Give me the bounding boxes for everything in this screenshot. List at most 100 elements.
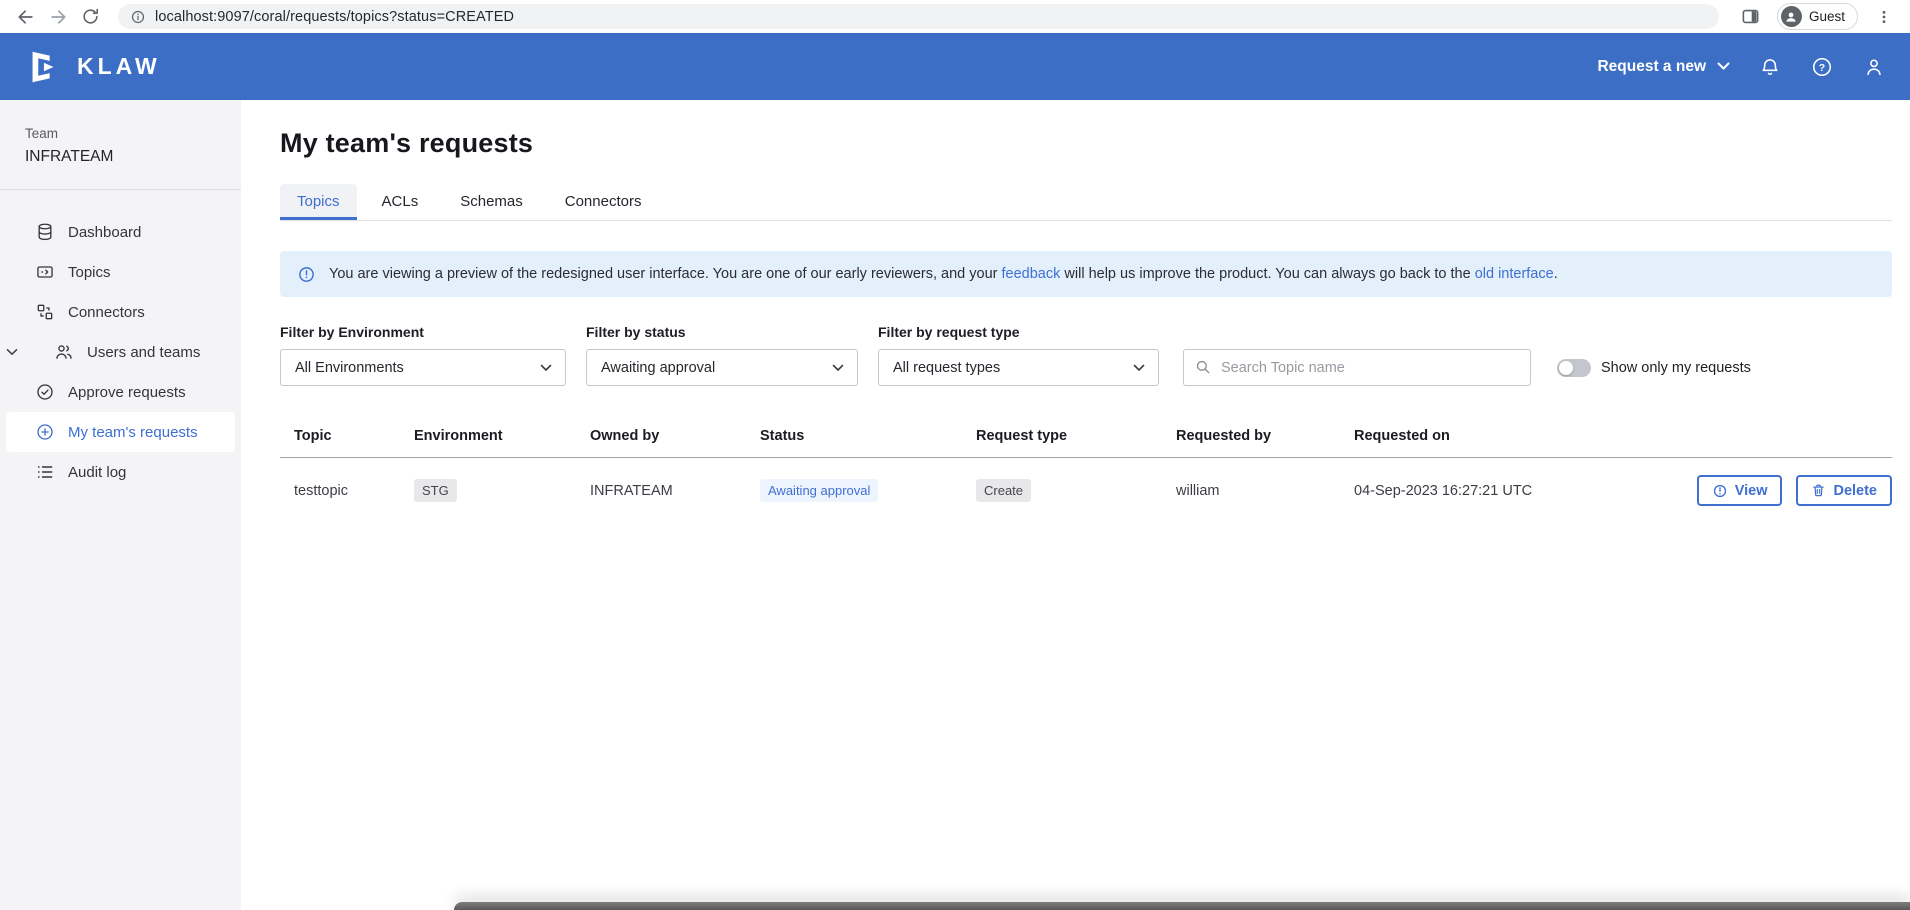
url-bar[interactable]: localhost:9097/coral/requests/topics?sta… bbox=[118, 4, 1719, 29]
column-header-requested-by: Requested by bbox=[1176, 428, 1354, 458]
tab-topics[interactable]: Topics bbox=[280, 184, 357, 220]
info-circle-icon bbox=[297, 265, 316, 284]
column-header-environment: Environment bbox=[414, 428, 590, 458]
browser-chrome: localhost:9097/coral/requests/topics?sta… bbox=[0, 0, 1910, 33]
request-type-badge: Create bbox=[976, 479, 1031, 502]
status-select-value: Awaiting approval bbox=[601, 360, 715, 376]
brand: KLAW bbox=[24, 48, 161, 86]
check-circle-icon bbox=[35, 382, 55, 402]
user-icon bbox=[1863, 56, 1885, 78]
view-button-label: View bbox=[1735, 483, 1768, 499]
search-input[interactable] bbox=[1183, 349, 1531, 386]
table-header-row: Topic Environment Owned by Status Reques… bbox=[280, 428, 1892, 458]
sidebar-item-label: My team's requests bbox=[68, 424, 198, 441]
browser-profile-button[interactable]: Guest bbox=[1777, 3, 1858, 30]
column-header-request-type: Request type bbox=[976, 428, 1176, 458]
search-icon bbox=[1194, 358, 1212, 376]
sidebar-item-label: Users and teams bbox=[87, 344, 200, 361]
svg-text:?: ? bbox=[1819, 61, 1825, 73]
table-row: testtopic STG INFRATEAM Awaiting approva… bbox=[280, 458, 1892, 524]
view-button[interactable]: View bbox=[1697, 475, 1783, 506]
banner-text-3: . bbox=[1554, 266, 1558, 282]
brand-name: KLAW bbox=[77, 53, 161, 80]
help-button[interactable]: ? bbox=[1810, 55, 1834, 79]
tab-schemas[interactable]: Schemas bbox=[443, 184, 540, 220]
sidebar-item-label: Connectors bbox=[68, 304, 145, 321]
database-icon bbox=[35, 222, 55, 242]
chevron-down-icon bbox=[6, 346, 18, 358]
filter-environment-label: Filter by Environment bbox=[280, 324, 566, 340]
column-header-topic: Topic bbox=[280, 428, 414, 458]
tab-connectors[interactable]: Connectors bbox=[548, 184, 659, 220]
avatar bbox=[1781, 6, 1802, 27]
status-badge: Awaiting approval bbox=[760, 479, 878, 502]
environment-select[interactable]: All Environments bbox=[280, 349, 566, 386]
back-icon[interactable] bbox=[12, 3, 40, 31]
banner-text-2: will help us improve the product. You ca… bbox=[1060, 266, 1474, 282]
show-only-my-requests: Show only my requests bbox=[1557, 359, 1751, 377]
environment-badge: STG bbox=[414, 479, 457, 502]
profile-button[interactable] bbox=[1862, 55, 1886, 79]
sidebar-item-label: Topics bbox=[68, 264, 111, 281]
feedback-link[interactable]: feedback bbox=[1002, 266, 1061, 282]
screen: localhost:9097/coral/requests/topics?sta… bbox=[0, 0, 1910, 910]
info-icon bbox=[130, 9, 146, 25]
plus-circle-icon bbox=[35, 422, 55, 442]
side-panel-icon[interactable] bbox=[1737, 3, 1765, 31]
sidebar-item-audit-log[interactable]: Audit log bbox=[6, 452, 235, 492]
cell-owned-by: INFRATEAM bbox=[590, 458, 760, 524]
banner-text-1: You are viewing a preview of the redesig… bbox=[329, 266, 1002, 282]
status-select[interactable]: Awaiting approval bbox=[586, 349, 858, 386]
list-icon bbox=[35, 462, 55, 482]
sidebar-item-connectors[interactable]: Connectors bbox=[6, 292, 235, 332]
cell-requested-on: 04-Sep-2023 16:27:21 UTC bbox=[1354, 458, 1676, 524]
help-icon: ? bbox=[1811, 56, 1833, 78]
forward-icon[interactable] bbox=[44, 3, 72, 31]
search-box bbox=[1183, 349, 1531, 386]
sidebar-item-dashboard[interactable]: Dashboard bbox=[6, 212, 235, 252]
url-text: localhost:9097/coral/requests/topics?sta… bbox=[155, 9, 514, 25]
show-only-my-requests-label: Show only my requests bbox=[1601, 360, 1751, 376]
column-header-status: Status bbox=[760, 428, 976, 458]
notifications-button[interactable] bbox=[1758, 55, 1782, 79]
menu-dots-icon[interactable] bbox=[1870, 3, 1898, 31]
profile-name: Guest bbox=[1809, 9, 1845, 24]
environment-select-value: All Environments bbox=[295, 360, 404, 376]
chevron-down-icon bbox=[832, 364, 844, 372]
refresh-icon[interactable] bbox=[76, 3, 104, 31]
filter-request-type-label: Filter by request type bbox=[878, 324, 1159, 340]
column-header-owned-by: Owned by bbox=[590, 428, 760, 458]
page-title: My team's requests bbox=[280, 128, 1892, 159]
request-a-new-button[interactable]: Request a new bbox=[1597, 58, 1730, 76]
sidebar-item-my-teams-requests[interactable]: My team's requests bbox=[6, 412, 235, 452]
trash-icon bbox=[1811, 483, 1826, 498]
filters: Filter by Environment All Environments F… bbox=[280, 324, 1892, 386]
show-only-my-requests-toggle[interactable] bbox=[1557, 359, 1591, 377]
tab-acls[interactable]: ACLs bbox=[365, 184, 436, 220]
request-a-new-label: Request a new bbox=[1597, 58, 1706, 76]
team-name: INFRATEAM bbox=[25, 148, 216, 166]
request-type-select-value: All request types bbox=[893, 360, 1000, 376]
sidebar-item-label: Audit log bbox=[68, 464, 126, 481]
filter-status-label: Filter by status bbox=[586, 324, 858, 340]
old-interface-link[interactable]: old interface bbox=[1475, 266, 1554, 282]
main-content: My team's requests Topics ACLs Schemas C… bbox=[241, 100, 1910, 910]
sidebar-item-users-and-teams[interactable]: Users and teams bbox=[25, 332, 235, 372]
delete-button[interactable]: Delete bbox=[1796, 475, 1892, 506]
column-header-requested-on: Requested on bbox=[1354, 428, 1676, 458]
chevron-down-icon bbox=[540, 364, 552, 372]
requests-table: Topic Environment Owned by Status Reques… bbox=[280, 428, 1892, 523]
chevron-down-icon bbox=[1133, 364, 1145, 372]
chevron-down-icon bbox=[1717, 62, 1730, 71]
tab-list: Topics ACLs Schemas Connectors bbox=[280, 184, 1892, 221]
sidebar-item-label: Dashboard bbox=[68, 224, 141, 241]
preview-banner: You are viewing a preview of the redesig… bbox=[280, 251, 1892, 297]
sidebar-item-approve-requests[interactable]: Approve requests bbox=[6, 372, 235, 412]
sidebar-item-topics[interactable]: Topics bbox=[6, 252, 235, 292]
sidebar-nav: Dashboard Topics Connectors Users and te… bbox=[0, 190, 241, 492]
connector-icon bbox=[35, 302, 55, 322]
sidebar: Team INFRATEAM Dashboard Topics Connecto… bbox=[0, 100, 241, 910]
team-label: Team bbox=[25, 126, 216, 141]
toggle-knob bbox=[1559, 361, 1573, 375]
request-type-select[interactable]: All request types bbox=[878, 349, 1159, 386]
